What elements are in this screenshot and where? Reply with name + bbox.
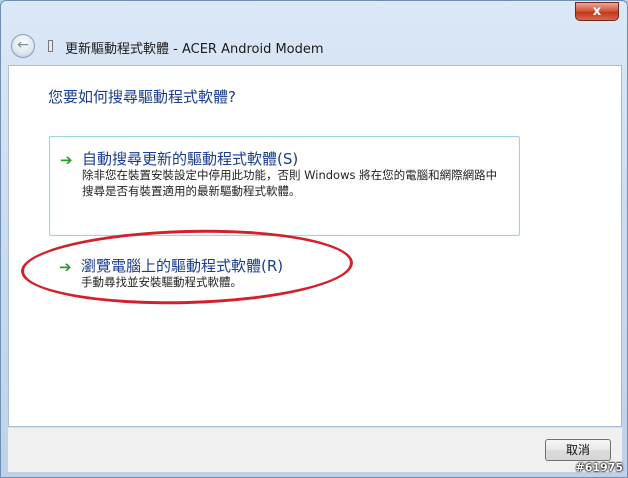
navigation-bar: ← 更新驅動程式軟體 - ACER Android Modem (7, 31, 621, 63)
option-title: 自動搜尋更新的驅動程式軟體(S) (82, 150, 299, 168)
watermark: #61975 (575, 461, 624, 474)
option-description-line-1: 除非您在裝置安裝設定中停用此功能，否則 Windows 將在您的電腦和網際網路中 (82, 168, 498, 182)
footer-bar: 取消 (8, 427, 622, 472)
option-description: 手動尋找並安裝驅動程式軟體。 (81, 275, 242, 289)
content-panel: 您要如何搜尋驅動程式軟體? ➔ 自動搜尋更新的驅動程式軟體(S) 除非您在裝置安… (8, 65, 622, 427)
back-arrow-icon: ← (17, 37, 29, 53)
close-icon: x (592, 4, 602, 19)
option-description-line-2: 搜尋是否有裝置適用的最新驅動程式軟體。 (82, 184, 301, 198)
close-button[interactable]: x (575, 2, 619, 21)
dialog-window: x ← 更新驅動程式軟體 - ACER Android Modem 您要如何搜尋… (0, 0, 628, 478)
green-arrow-icon: ➔ (60, 151, 73, 169)
title-bar: x (1, 1, 627, 31)
option-title: 瀏覽電腦上的驅動程式軟體(R) (81, 257, 284, 275)
browse-computer-option[interactable]: ➔ 瀏覽電腦上的驅動程式軟體(R) 手動尋找並安裝驅動程式軟體。 (49, 252, 349, 298)
back-button[interactable]: ← (11, 34, 35, 58)
page-heading: 您要如何搜尋驅動程式軟體? (48, 88, 236, 106)
device-icon (48, 40, 53, 52)
green-arrow-icon: ➔ (59, 258, 72, 276)
cancel-button[interactable]: 取消 (545, 439, 611, 461)
auto-search-option[interactable]: ➔ 自動搜尋更新的驅動程式軟體(S) 除非您在裝置安裝設定中停用此功能，否則 W… (49, 136, 520, 236)
window-title: 更新驅動程式軟體 - ACER Android Modem (65, 42, 324, 57)
